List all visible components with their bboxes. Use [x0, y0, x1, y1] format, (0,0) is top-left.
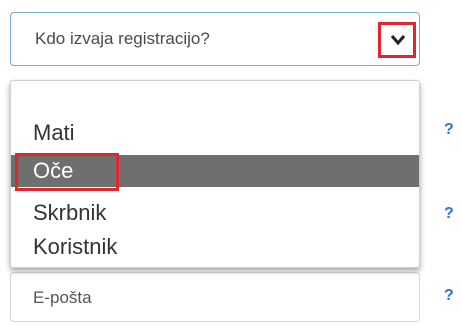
registrant-select-placeholder: Kdo izvaja registracijo?	[35, 29, 210, 48]
registration-form: Kdo izvaja registracijo? ? ? ? E-pošta M…	[0, 0, 462, 325]
help-icon-1[interactable]: ?	[444, 121, 454, 139]
chevron-down-icon	[390, 35, 406, 46]
dropdown-option-skrbnik[interactable]: Skrbnik	[11, 197, 419, 229]
select-toggle-button[interactable]	[378, 22, 416, 58]
help-icon-3[interactable]: ?	[444, 287, 454, 305]
registrant-select[interactable]: Kdo izvaja registracijo?	[10, 12, 420, 66]
dropdown-option-mati[interactable]: Mati	[11, 117, 419, 149]
dropdown-option-empty[interactable]	[11, 85, 419, 117]
registrant-dropdown-list: Mati Oče Skrbnik Koristnik	[10, 80, 420, 268]
selected-option-highlight	[15, 153, 119, 191]
dropdown-option-koristnik[interactable]: Koristnik	[11, 231, 419, 263]
email-placeholder: E-pošta	[33, 288, 92, 307]
help-icon-2[interactable]: ?	[444, 205, 454, 223]
email-field[interactable]: E-pošta	[10, 272, 420, 322]
